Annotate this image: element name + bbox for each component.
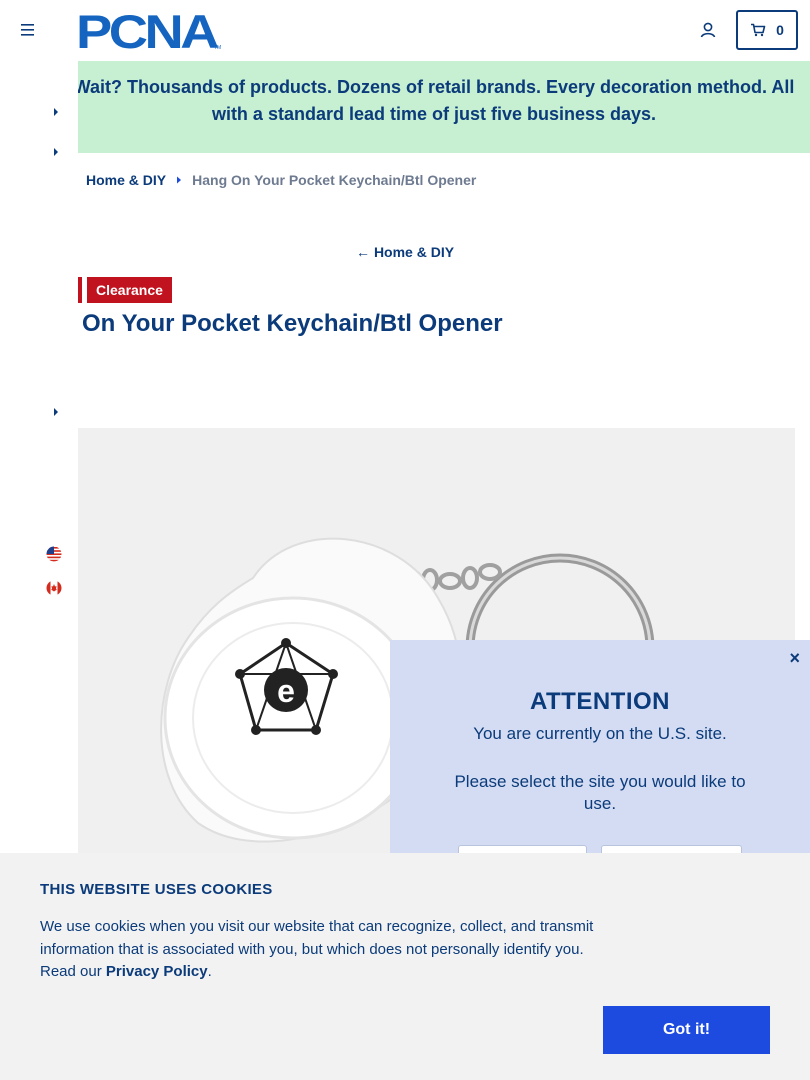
hamburger-icon[interactable] <box>20 22 36 38</box>
caret-right-icon[interactable] <box>52 147 60 157</box>
privacy-policy-link[interactable]: Privacy Policy <box>106 963 208 980</box>
modal-select-prompt: Please select the site you would like to… <box>454 772 746 813</box>
modal-current-site-text: You are currently on the U.S. site. <box>473 724 727 743</box>
breadcrumb-home-link[interactable]: Home & DIY <box>86 172 166 188</box>
badge-accent-bar <box>78 277 82 303</box>
modal-title: ATTENTION <box>529 688 671 715</box>
clearance-badge-wrap: Clearance <box>78 277 172 303</box>
cookie-banner: THIS WEBSITE USES COOKIES We use cookies… <box>0 853 810 1080</box>
cart-count: 0 <box>776 22 784 38</box>
breadcrumb-current: Hang On Your Pocket Keychain/Btl Opener <box>192 172 477 188</box>
site-header: PCNA TM 0 <box>0 0 810 61</box>
logo-trademark: TM <box>214 45 221 51</box>
us-flag-icon[interactable] <box>46 546 62 562</box>
breadcrumb: Home & DIY Hang On Your Pocket Keychain/… <box>86 172 476 188</box>
cart-button[interactable]: 0 <box>736 10 798 50</box>
canada-flag-icon[interactable] <box>46 580 62 596</box>
back-link-label: Home & DIY <box>373 244 455 260</box>
product-title: On Your Pocket Keychain/Btl Opener <box>82 310 503 337</box>
caret-right-icon[interactable] <box>52 407 60 417</box>
logo-text: PCNA <box>76 10 218 52</box>
arrow-left-icon: ← <box>355 244 370 260</box>
clearance-badge: Clearance <box>87 277 172 303</box>
caret-right-icon[interactable] <box>52 107 60 117</box>
promo-banner: Wait? Thousands of products. Dozens of r… <box>78 61 810 153</box>
accept-cookies-button[interactable]: Got it! <box>603 1006 770 1054</box>
close-icon[interactable]: × <box>789 648 800 669</box>
cookie-text: We use cookies when you visit our websit… <box>40 916 610 984</box>
cookie-title: THIS WEBSITE USES COOKIES <box>40 881 273 898</box>
cart-icon <box>751 23 766 37</box>
back-to-category-link[interactable]: ← Home & DIY <box>0 244 810 260</box>
pcna-logo[interactable]: PCNA TM <box>76 10 226 52</box>
cookie-period: . <box>207 963 212 980</box>
promo-banner-text: Wait? Thousands of products. Dozens of r… <box>78 77 795 124</box>
account-icon[interactable] <box>698 20 718 40</box>
site-select-modal: × ATTENTION You are currently on the U.S… <box>390 640 810 885</box>
caret-right-icon <box>177 176 182 184</box>
logo-letter: e <box>277 673 295 709</box>
